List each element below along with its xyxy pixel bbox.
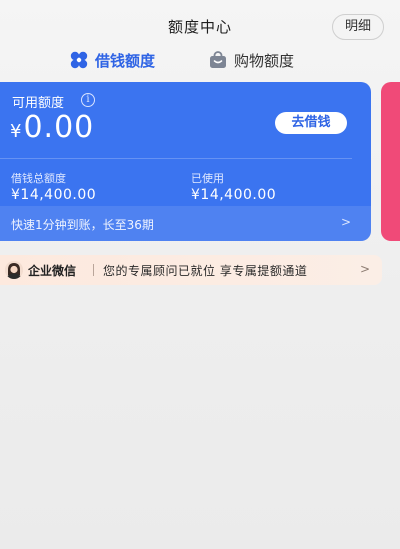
header: 额度中心 明细 bbox=[0, 0, 400, 50]
total-credit-label: 借钱总额度 bbox=[11, 172, 66, 185]
total-credit-value: ¥14,400.00 bbox=[11, 187, 97, 203]
available-credit-label: 可用额度 bbox=[12, 96, 65, 111]
used-credit-label: 已使用 bbox=[191, 172, 224, 185]
loan-credit-card: 可用额度 i ¥ 0.00 去借钱 借钱总额度 ¥14,400.00 已使用 ¥… bbox=[0, 82, 371, 241]
tab-bar: 借钱额度 购物额度 bbox=[0, 46, 400, 117]
chevron-right-icon: > bbox=[359, 262, 370, 276]
clover-icon bbox=[69, 50, 89, 70]
available-amount-value: 0.00 bbox=[23, 110, 95, 145]
chevron-right-icon: > bbox=[340, 215, 351, 229]
shopping-bag-icon bbox=[208, 50, 228, 70]
used-credit-value: ¥14,400.00 bbox=[191, 187, 277, 203]
total-credit: 借钱总额度 ¥14,400.00 bbox=[11, 170, 96, 203]
detail-button[interactable]: 明细 bbox=[332, 14, 384, 40]
banner-separator bbox=[93, 264, 94, 276]
currency-symbol: ¥ bbox=[10, 121, 22, 142]
advisor-avatar bbox=[5, 261, 23, 279]
credit-center-page: 额度中心 明细 借钱额度 购物额度 可用额度 i ¥ 0.00 去借钱 借钱总额… bbox=[0, 0, 400, 549]
tab-loan-label: 借钱额度 bbox=[95, 51, 156, 70]
card-divider bbox=[0, 158, 352, 159]
banner-message: 您的专属顾问已就位 享专属提额通道 bbox=[103, 264, 308, 278]
info-icon[interactable]: i bbox=[81, 93, 95, 107]
used-credit: 已使用 ¥14,400.00 bbox=[191, 170, 276, 203]
promo-row[interactable]: 快速1分钟到账，长至36期 > bbox=[0, 206, 371, 241]
borrow-button[interactable]: 去借钱 bbox=[275, 112, 347, 134]
wecom-advisor-banner[interactable]: 企业微信 您的专属顾问已就位 享专属提额通道 > bbox=[0, 255, 382, 285]
available-amount: ¥ 0.00 bbox=[10, 110, 94, 145]
tab-loan-credit[interactable]: 借钱额度 bbox=[69, 48, 155, 72]
next-card-peek[interactable] bbox=[381, 82, 400, 241]
tab-shopping-credit[interactable]: 购物额度 bbox=[208, 48, 294, 72]
promo-text: 快速1分钟到账，长至36期 bbox=[11, 218, 154, 232]
tab-shopping-label: 购物额度 bbox=[234, 51, 295, 70]
wecom-brand-label: 企业微信 bbox=[28, 264, 77, 278]
